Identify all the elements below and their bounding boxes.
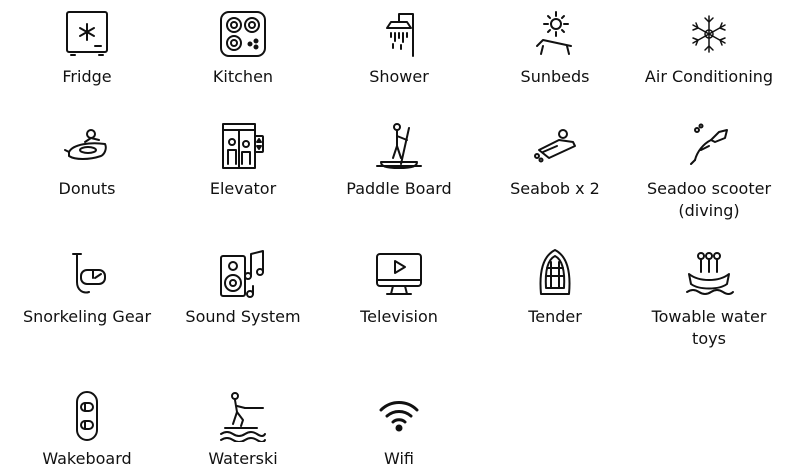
amenity-label: Wakeboard — [42, 449, 132, 468]
television-icon — [373, 248, 425, 300]
speaker-music-icon — [217, 248, 269, 300]
amenity-donuts: Donuts — [8, 120, 166, 200]
amenity-paddle-board: Paddle Board — [320, 120, 478, 200]
amenity-label: Shower — [369, 67, 429, 86]
waterski-icon — [217, 390, 269, 442]
amenity-towable-water-toys: Towable water toys — [630, 248, 788, 350]
amenity-label: Towable water toys — [651, 307, 767, 348]
wifi-icon — [373, 390, 425, 442]
amenity-label: Waterski — [208, 449, 278, 468]
amenity-wakeboard: Wakeboard — [8, 390, 166, 470]
sunbed-icon — [529, 8, 581, 60]
amenity-wifi: Wifi — [320, 390, 478, 470]
amenity-label: Elevator — [209, 179, 277, 198]
donut-tube-icon — [61, 120, 113, 172]
amenity-shower: Shower — [320, 8, 478, 88]
amenities-grid: Fridge Kitchen Shower Sunbeds Air Condit… — [0, 0, 789, 471]
amenity-snorkeling-gear: Snorkeling Gear — [8, 248, 166, 328]
amenity-label: Television — [360, 307, 438, 326]
snowflake-icon — [683, 8, 735, 60]
tender-boat-icon — [529, 248, 581, 300]
paddle-board-icon — [373, 120, 425, 172]
amenity-kitchen: Kitchen — [164, 8, 322, 88]
amenity-sunbeds: Sunbeds — [476, 8, 634, 88]
wakeboard-icon — [61, 390, 113, 442]
amenity-sound-system: Sound System — [164, 248, 322, 328]
amenity-label: Kitchen — [212, 67, 274, 86]
shower-icon — [373, 8, 425, 60]
amenity-label: Snorkeling Gear — [22, 307, 152, 326]
amenity-label: Seabob x 2 — [510, 179, 600, 198]
amenity-television: Television — [320, 248, 478, 328]
amenity-label: Wifi — [384, 449, 414, 468]
amenity-tender: Tender — [476, 248, 634, 328]
amenity-label: Tender — [528, 307, 582, 326]
amenity-label: Sunbeds — [520, 67, 590, 86]
seabob-icon — [529, 120, 581, 172]
towable-toy-icon — [683, 248, 735, 300]
amenity-label: Air Conditioning — [644, 67, 774, 86]
snorkel-mask-icon — [61, 248, 113, 300]
fridge-icon — [61, 8, 113, 60]
amenity-label: Donuts — [58, 179, 116, 198]
seadoo-scooter-icon — [683, 120, 735, 172]
amenity-label: Seadoo scooter (diving) — [646, 179, 772, 220]
stove-icon — [217, 8, 269, 60]
amenity-fridge: Fridge — [8, 8, 166, 88]
amenity-label: Fridge — [62, 67, 112, 86]
amenity-elevator: Elevator — [164, 120, 322, 200]
amenity-air-conditioning: Air Conditioning — [630, 8, 788, 88]
elevator-icon — [217, 120, 269, 172]
amenity-label: Paddle Board — [346, 179, 452, 198]
amenity-waterski: Waterski — [164, 390, 322, 470]
amenity-seadoo-scooter: Seadoo scooter (diving) — [630, 120, 788, 222]
amenity-seabob: Seabob x 2 — [476, 120, 634, 200]
amenity-label: Sound System — [185, 307, 301, 326]
